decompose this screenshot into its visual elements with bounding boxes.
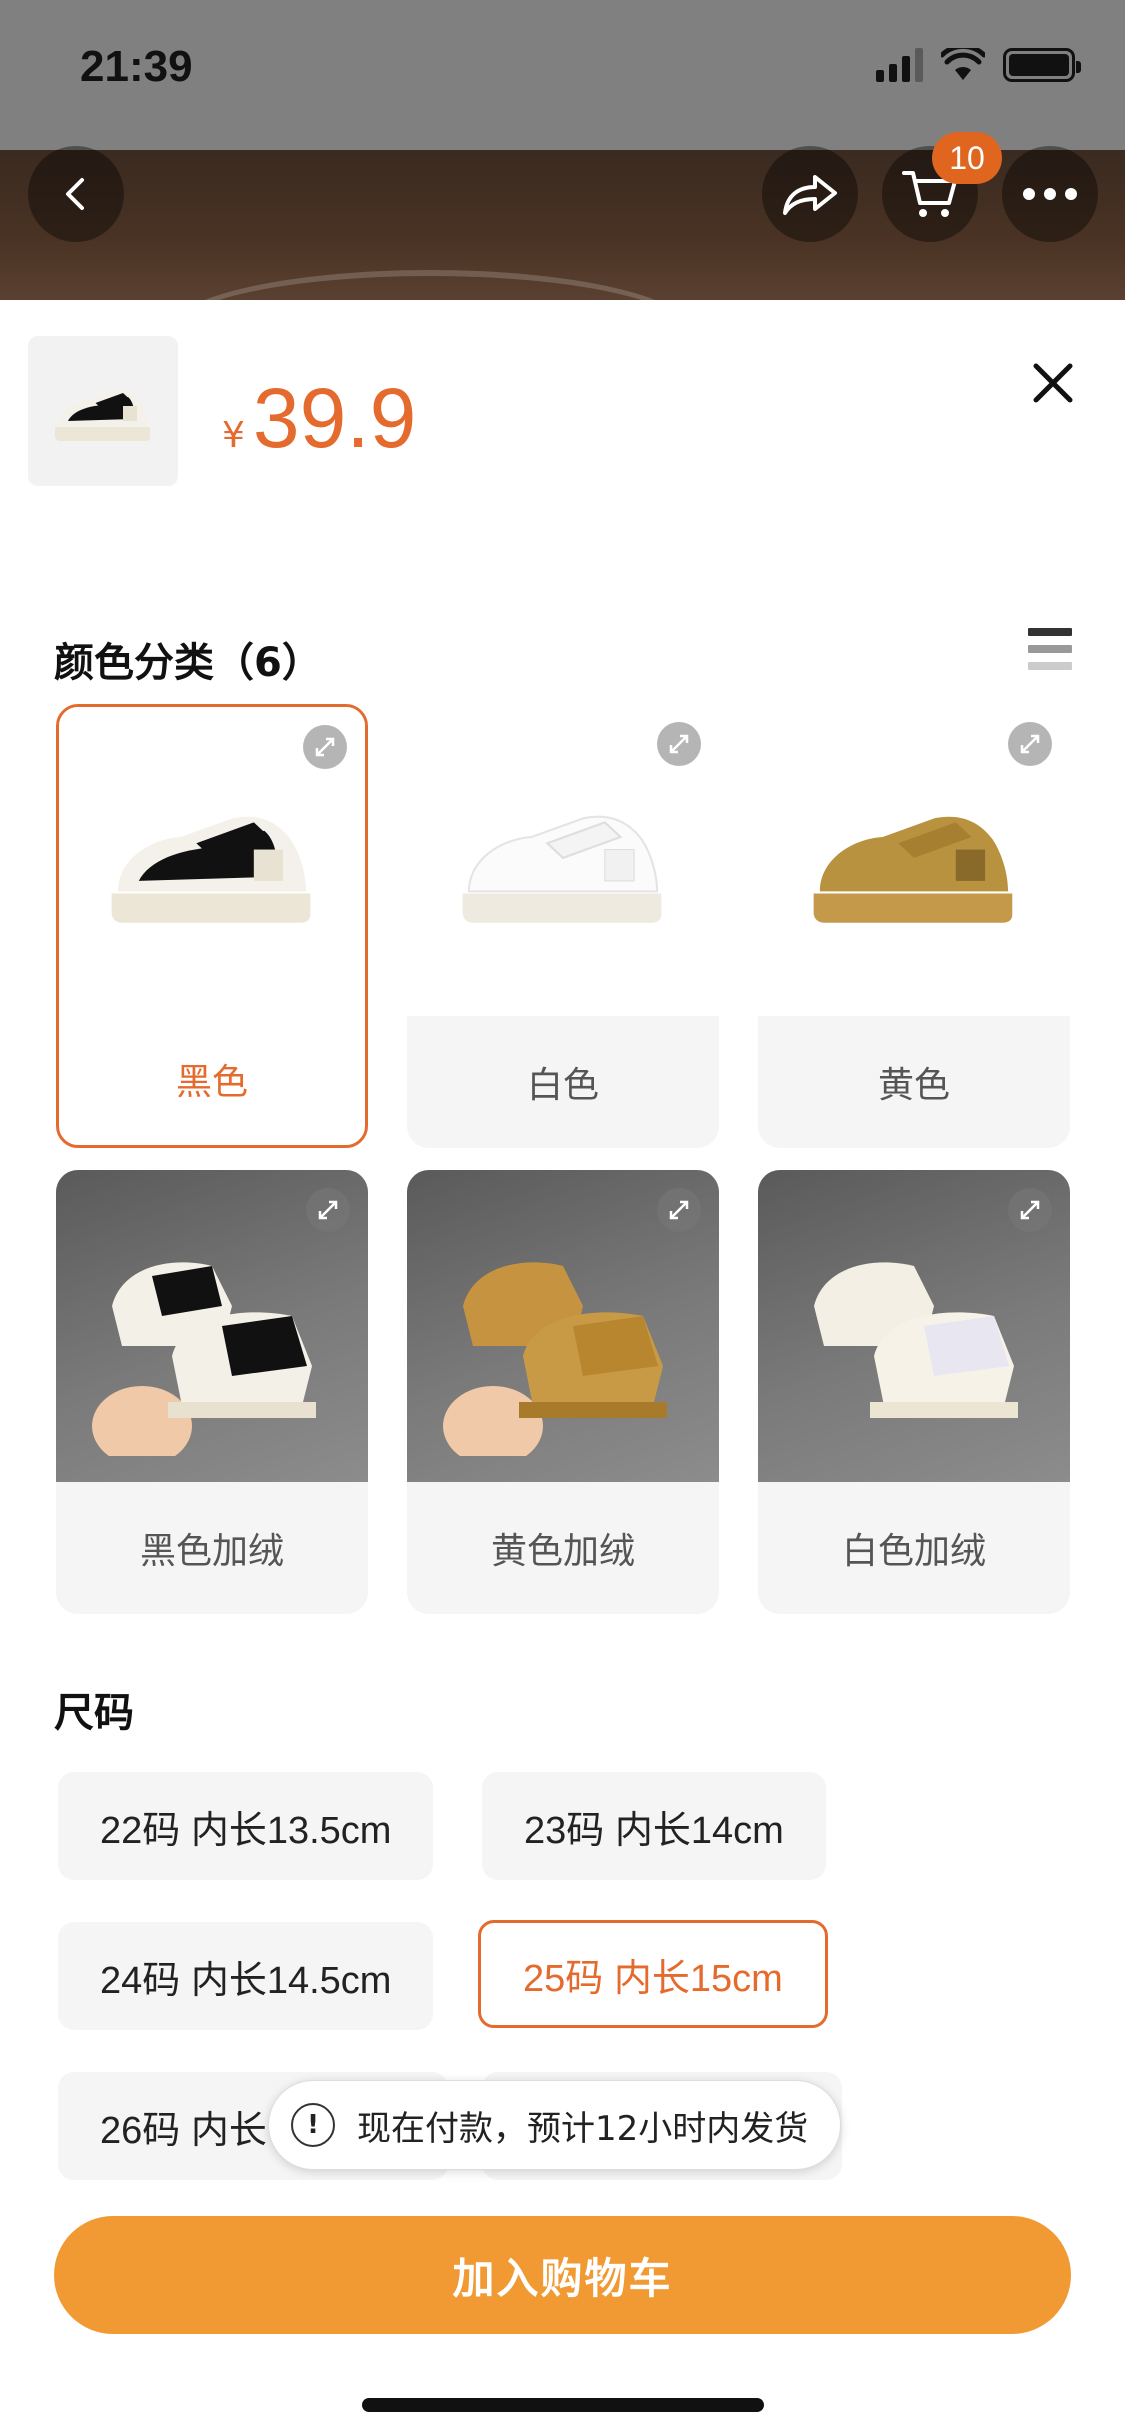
size-option-22[interactable]: 22码 内长13.5cm	[58, 1772, 434, 1880]
chevron-left-icon	[66, 178, 84, 210]
price: ¥ 39.9	[222, 370, 416, 467]
expand-icon[interactable]	[303, 725, 347, 769]
sneaker-black-image	[111, 816, 311, 923]
option-label: 白色加绒	[841, 1531, 986, 1572]
wifi-icon	[941, 48, 985, 80]
cellular-signal-icon	[876, 48, 923, 82]
add-to-cart-button[interactable]: 加入购物车	[54, 2216, 1071, 2334]
status-bar: 21:39	[0, 0, 1125, 150]
size-option-23[interactable]: 23码 内长14cm	[482, 1772, 826, 1880]
sneaker-white-image	[462, 815, 662, 923]
sneaker-white-fleece-photo	[814, 1262, 1018, 1418]
color-option-white[interactable]: 白色	[407, 704, 719, 1148]
more-dots-icon	[1023, 188, 1077, 200]
color-section-title: 颜色分类（6）	[54, 640, 322, 686]
size-section-title: 尺码	[54, 1690, 134, 1736]
close-button[interactable]	[1030, 360, 1076, 406]
color-option-white-fleece[interactable]: 白色加绒	[758, 1170, 1070, 1614]
expand-icon[interactable]	[657, 722, 701, 766]
size-option-25[interactable]: 25码 内长15cm	[478, 1920, 828, 2028]
status-icons	[876, 48, 1081, 82]
option-label: 黑色	[175, 1062, 248, 1103]
color-option-yellow[interactable]: 黄色	[758, 704, 1070, 1148]
shipping-toast: ! 现在付款，预计12小时内发货	[268, 2080, 842, 2170]
home-indicator	[362, 2398, 764, 2412]
expand-icon[interactable]	[306, 1188, 350, 1232]
cart-count-badge: 10	[932, 132, 1002, 184]
expand-icon[interactable]	[1008, 722, 1052, 766]
option-label: 白色	[526, 1065, 599, 1106]
currency-symbol: ¥	[222, 415, 245, 456]
exclamation-icon: !	[291, 2103, 335, 2147]
expand-icon[interactable]	[1008, 1188, 1052, 1232]
share-arrow-icon	[783, 175, 837, 215]
close-icon	[1033, 363, 1073, 403]
status-time: 21:39	[80, 42, 193, 91]
option-label: 黄色加绒	[490, 1531, 635, 1572]
toast-text: 现在付款，预计12小时内发货	[357, 2108, 809, 2149]
price-value: 39.9	[252, 371, 417, 465]
list-view-toggle-icon[interactable]	[1028, 628, 1072, 674]
more-button[interactable]	[1002, 146, 1098, 242]
color-option-yellow-fleece[interactable]: 黄色加绒	[407, 1170, 719, 1614]
sneaker-black-fleece-photo	[92, 1262, 316, 1456]
color-option-black-fleece[interactable]: 黑色加绒	[56, 1170, 368, 1614]
share-button[interactable]	[762, 146, 858, 242]
sneaker-black-thumb	[55, 390, 150, 441]
back-button[interactable]	[28, 146, 124, 242]
sneaker-yellow-image	[813, 816, 1013, 923]
size-option-24[interactable]: 24码 内长14.5cm	[58, 1922, 434, 2030]
option-label: 黄色	[877, 1065, 950, 1106]
color-option-black[interactable]: 黑色	[56, 704, 368, 1148]
sneaker-yellow-fleece-photo	[443, 1262, 667, 1456]
expand-icon[interactable]	[657, 1188, 701, 1232]
product-thumbnail[interactable]	[28, 336, 178, 486]
option-label: 黑色加绒	[139, 1531, 284, 1572]
battery-icon	[1003, 48, 1081, 82]
